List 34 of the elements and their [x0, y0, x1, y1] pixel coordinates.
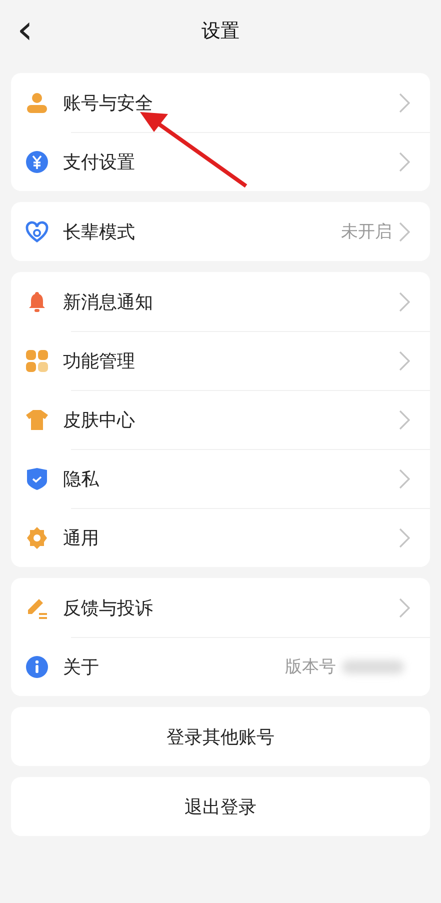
account-button[interactable]: 登录其他账号: [11, 707, 430, 766]
page-title: 设置: [202, 19, 240, 44]
settings-item[interactable]: 隐私: [11, 449, 430, 508]
item-label: 反馈与投诉: [63, 596, 154, 620]
settings-item[interactable]: 支付设置: [11, 132, 430, 191]
account-button[interactable]: 退出登录: [11, 777, 430, 836]
item-label: 长辈模式: [63, 220, 136, 244]
item-label: 支付设置: [63, 150, 136, 174]
settings-item[interactable]: 账号与安全: [11, 73, 430, 132]
settings-item[interactable]: 长辈模式 未开启: [11, 202, 430, 261]
settings-item[interactable]: 新消息通知: [11, 272, 430, 331]
info-icon: [25, 654, 49, 678]
settings-item[interactable]: 关于 版本号: [11, 637, 430, 696]
shirt-icon: [25, 408, 49, 432]
item-label: 通用: [63, 526, 100, 550]
item-label: 皮肤中心: [63, 408, 136, 432]
item-value: 未开启: [341, 221, 392, 243]
item-value: 版本号: [285, 656, 336, 678]
settings-item[interactable]: 通用: [11, 508, 430, 567]
heart-icon: [25, 220, 49, 244]
item-label: 账号与安全: [63, 92, 154, 114]
yuan-icon: [25, 150, 49, 174]
shield-icon: [25, 466, 49, 490]
item-label: 隐私: [63, 468, 100, 490]
settings-item[interactable]: 皮肤中心: [11, 390, 430, 449]
gear-icon: [25, 526, 49, 550]
back-button[interactable]: ‹: [11, 12, 39, 48]
item-label: 新消息通知: [63, 290, 154, 314]
item-label: 功能管理: [63, 350, 136, 372]
settings-item[interactable]: 功能管理: [11, 331, 430, 390]
person-icon: [25, 90, 49, 114]
item-label: 关于: [63, 656, 100, 678]
settings-item[interactable]: 反馈与投诉: [11, 578, 430, 637]
grid-icon: [25, 348, 49, 372]
